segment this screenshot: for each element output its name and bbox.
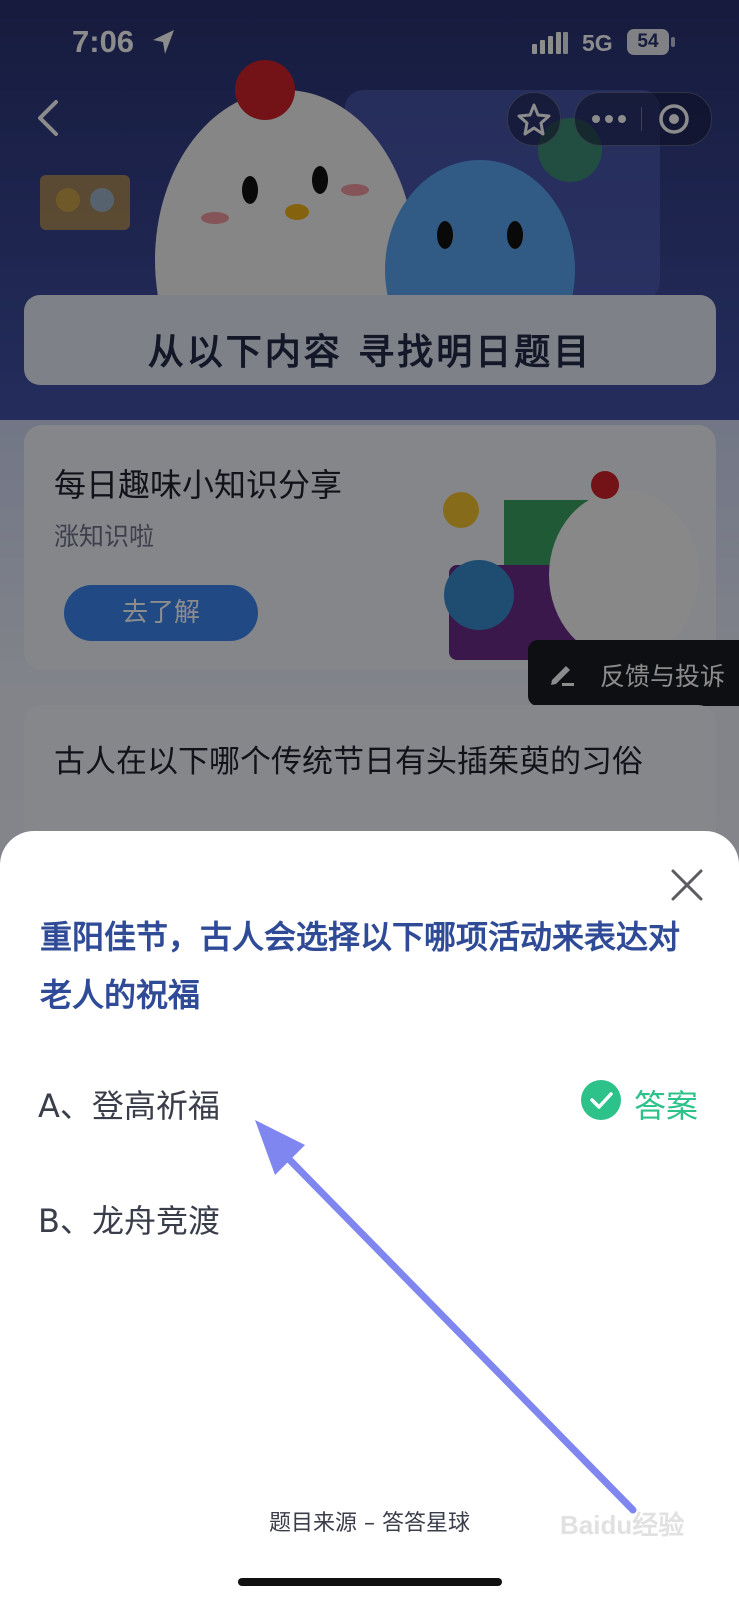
home-indicator: [238, 1578, 502, 1586]
option-b[interactable]: B、龙舟竞渡: [38, 1186, 698, 1246]
svg-text:Baidu经验: Baidu经验: [560, 1510, 684, 1540]
answer-badge: 答案: [581, 1079, 701, 1125]
baidu-watermark: Baidu经验: [560, 1510, 684, 1540]
question-text: 重阳佳节，古人会选择以下哪项活动来表达对老人的祝福: [40, 918, 681, 1014]
question-bottom-sheet: 重阳佳节，古人会选择以下哪项活动来表达对老人的祝福 A、登高祈福 答案 B、龙舟…: [0, 831, 739, 1600]
option-b-label: B、龙舟竞渡: [38, 1202, 220, 1240]
option-a[interactable]: A、登高祈福 答案: [38, 1071, 698, 1131]
answer-label: 答案: [634, 1087, 699, 1125]
option-a-label: A、登高祈福: [38, 1087, 220, 1125]
close-x-icon[interactable]: [670, 868, 704, 902]
check-icon: [581, 1080, 621, 1120]
